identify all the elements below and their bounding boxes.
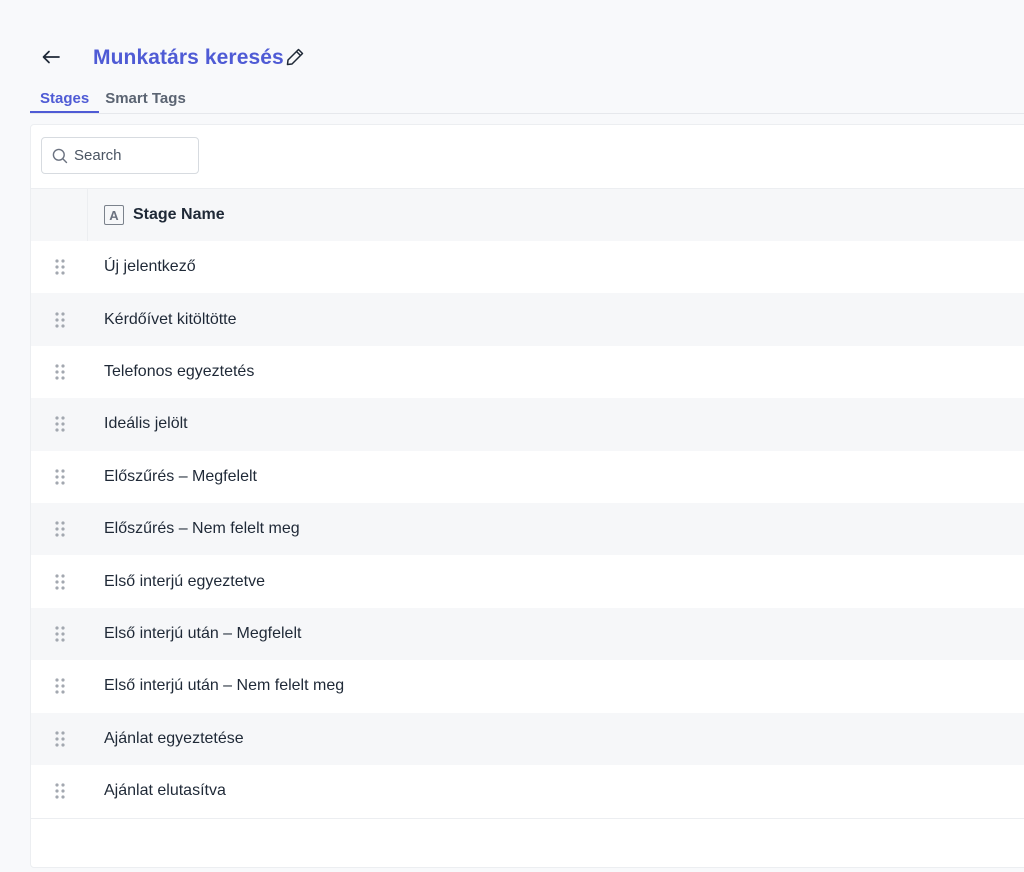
table-header: A Stage Name xyxy=(31,188,1024,241)
stage-name: Első interjú után – Megfelelt xyxy=(104,624,302,642)
table-row[interactable]: Ideális jelölt xyxy=(31,398,1024,451)
edit-title-button[interactable] xyxy=(283,45,307,69)
drag-handle-icon[interactable] xyxy=(31,503,88,555)
stage-name: Előszűrés – Megfelelt xyxy=(104,467,257,485)
drag-handle-icon[interactable] xyxy=(31,660,88,712)
drag-handle-icon[interactable] xyxy=(31,451,88,503)
back-button[interactable] xyxy=(38,44,64,70)
table-row[interactable]: Kérdőívet kitöltötte xyxy=(31,293,1024,346)
tab-bar: Stages Smart Tags xyxy=(30,86,196,114)
stage-name-column-header[interactable]: A Stage Name xyxy=(88,205,225,225)
tab-stages[interactable]: Stages xyxy=(30,86,100,113)
table-row[interactable]: Első interjú után – Nem felelt meg xyxy=(31,660,1024,713)
table-row[interactable]: Első interjú egyeztetve xyxy=(31,555,1024,608)
text-type-icon: A xyxy=(104,205,124,225)
tabs-divider xyxy=(30,113,1024,114)
column-header-label: Stage Name xyxy=(133,206,225,223)
stage-name: Kérdőívet kitöltötte xyxy=(104,310,237,328)
table-row[interactable]: Új jelentkező xyxy=(31,241,1024,294)
stage-name: Ajánlat elutasítva xyxy=(104,782,226,800)
drag-handle-icon[interactable] xyxy=(31,346,88,398)
arrow-left-icon xyxy=(42,50,60,64)
handle-column-header xyxy=(31,189,88,241)
stage-list: Új jelentkező Kérdőívet kitöltötte Telef… xyxy=(31,241,1024,818)
drag-handle-icon[interactable] xyxy=(31,765,88,817)
stage-name: Első interjú egyeztetve xyxy=(104,572,265,590)
tab-smart-tags[interactable]: Smart Tags xyxy=(99,86,196,113)
stage-name: Telefonos egyeztetés xyxy=(104,362,255,380)
table-row[interactable]: Telefonos egyeztetés xyxy=(31,345,1024,399)
stage-name: Első interjú után – Nem felelt meg xyxy=(104,677,345,695)
stage-name: Ideális jelölt xyxy=(104,415,188,433)
table-row[interactable]: Előszűrés – Nem felelt meg xyxy=(31,502,1024,556)
drag-handle-icon[interactable] xyxy=(31,293,88,345)
table-row[interactable]: Előszűrés – Megfelelt xyxy=(31,450,1024,503)
drag-handle-icon[interactable] xyxy=(31,713,88,765)
drag-handle-icon[interactable] xyxy=(31,241,88,293)
search-box[interactable] xyxy=(41,137,199,174)
search-input[interactable] xyxy=(74,147,184,164)
table-row[interactable]: Ajánlat egyeztetése xyxy=(31,712,1024,765)
stage-name: Új jelentkező xyxy=(104,258,196,276)
stage-name: Ajánlat egyeztetése xyxy=(104,729,244,747)
stages-panel: A Stage Name Új jelentkező Kérdőívet kit… xyxy=(30,124,1024,868)
page-title: Munkatárs keresés xyxy=(93,46,284,69)
drag-handle-icon[interactable] xyxy=(31,608,88,660)
table-row[interactable]: Első interjú után – Megfelelt xyxy=(31,607,1024,661)
drag-handle-icon[interactable] xyxy=(31,398,88,450)
search-icon xyxy=(52,148,68,163)
pencil-icon xyxy=(286,48,304,66)
table-row[interactable]: Ajánlat elutasítva xyxy=(31,764,1024,818)
drag-handle-icon[interactable] xyxy=(31,555,88,607)
page-header: Munkatárs keresés Stages Smart Tags xyxy=(0,0,1024,120)
stage-name: Előszűrés – Nem felelt meg xyxy=(104,520,300,538)
list-end-divider xyxy=(31,818,1024,819)
